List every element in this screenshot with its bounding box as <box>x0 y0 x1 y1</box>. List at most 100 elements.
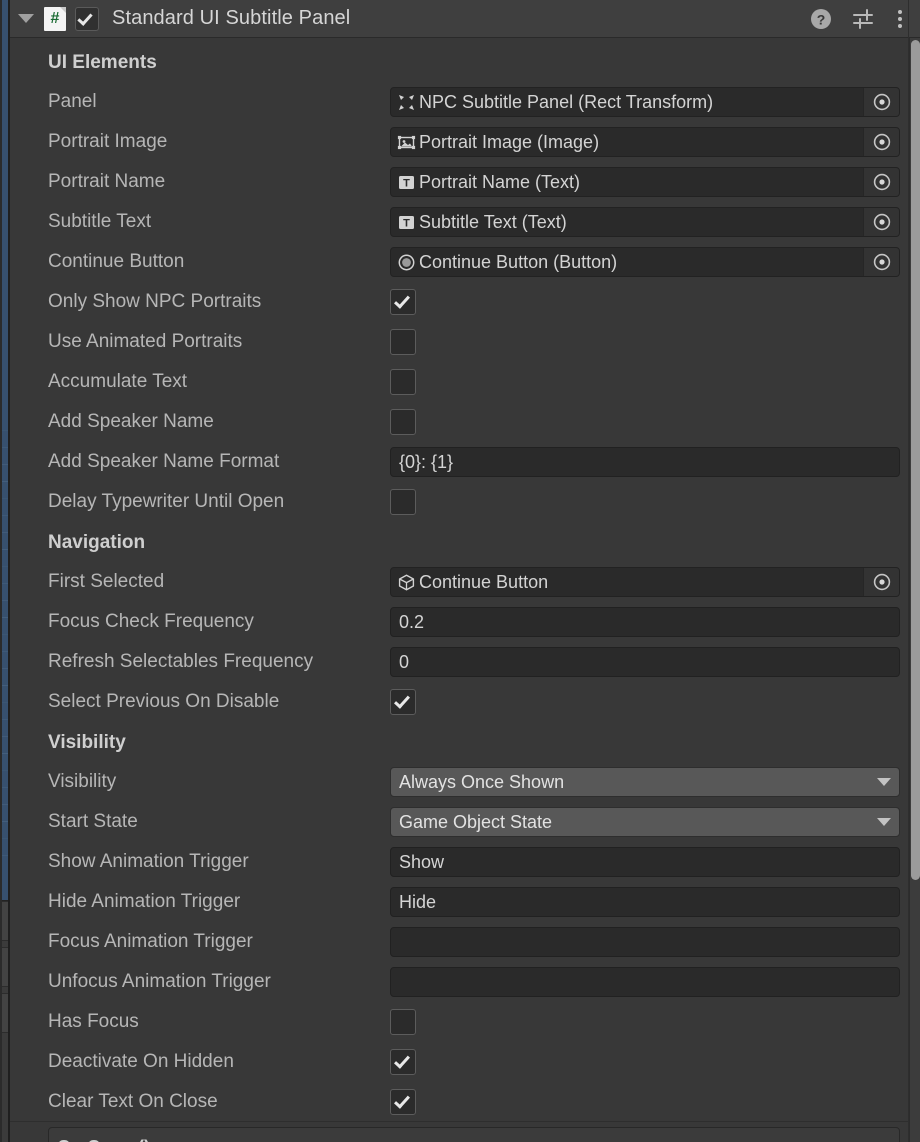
property-label: Unfocus Animation Trigger <box>48 971 271 992</box>
object-picker-icon[interactable] <box>863 568 899 596</box>
property-rows: UI Elements Panel NPC Subtitle Panel (Rect… <box>10 38 920 1122</box>
component-header[interactable]: # Standard UI Subtitle Panel ? <box>10 0 920 38</box>
property-label: Portrait Image <box>48 131 168 152</box>
toggle-checkbox[interactable] <box>390 1009 416 1035</box>
property-control: T Portrait Name (Text) <box>390 167 900 197</box>
property-row: Panel NPC Subtitle Panel (Rect Transform) <box>10 82 920 122</box>
text-input-field[interactable]: Hide <box>390 887 900 917</box>
property-control: Always Once Shown <box>390 767 900 797</box>
help-icon[interactable]: ? <box>810 8 832 30</box>
component-enabled-checkbox[interactable] <box>75 6 99 31</box>
property-label: Clear Text On Close <box>48 1091 218 1112</box>
property-row: Focus Check Frequency 0.2 <box>10 602 920 642</box>
kebab-menu-icon[interactable] <box>896 8 904 30</box>
property-control: Continue Button (Button) <box>390 247 900 277</box>
object-reference-name: Subtitle Text (Text) <box>419 211 567 232</box>
object-picker-icon[interactable] <box>863 88 899 116</box>
toggle-checkbox[interactable] <box>390 1089 416 1115</box>
property-control <box>390 289 900 315</box>
toggle-checkbox[interactable] <box>390 329 416 355</box>
triangle-down-icon[interactable] <box>18 14 34 23</box>
inspector-scrollbar[interactable] <box>909 38 920 1142</box>
property-label: Focus Animation Trigger <box>48 931 253 952</box>
property-control <box>390 689 900 715</box>
property-label: Subtitle Text <box>48 211 152 232</box>
property-label: Visibility <box>48 771 117 792</box>
object-picker-icon[interactable] <box>863 168 899 196</box>
enum-dropdown[interactable]: Game Object State <box>390 807 900 837</box>
text-input-field[interactable] <box>390 927 900 957</box>
object-reference-field[interactable]: Portrait Image (Image) <box>390 127 900 157</box>
adjacent-panel-strip <box>0 0 8 1142</box>
on-open-event-title: On Open () <box>49 1128 899 1142</box>
property-row: Start State Game Object State <box>10 802 920 842</box>
property-label: Has Focus <box>48 1011 139 1032</box>
property-label: Refresh Selectables Frequency <box>48 651 314 672</box>
preset-settings-icon[interactable] <box>852 8 876 30</box>
toggle-checkbox[interactable] <box>390 1049 416 1075</box>
property-control: 0.2 <box>390 607 900 637</box>
on-open-event-block[interactable]: On Open () <box>48 1127 900 1142</box>
scrollbar-thumb[interactable] <box>911 40 920 880</box>
object-picker-icon[interactable] <box>863 128 899 156</box>
property-row: Visibility Always Once Shown <box>10 762 920 802</box>
toggle-checkbox[interactable] <box>390 289 416 315</box>
enum-dropdown[interactable]: Always Once Shown <box>390 767 900 797</box>
property-label: Continue Button <box>48 251 185 272</box>
section-header-navigation: Navigation <box>10 522 920 562</box>
property-label: Only Show NPC Portraits <box>48 291 262 312</box>
text-input-field[interactable]: {0}: {1} <box>390 447 900 477</box>
property-row: Delay Typewriter Until Open <box>10 482 920 522</box>
text-input-field[interactable]: Show <box>390 847 900 877</box>
object-picker-icon[interactable] <box>863 208 899 236</box>
section-header-label: UI Elements <box>48 51 157 73</box>
property-row: Show Animation Trigger Show <box>10 842 920 882</box>
text-input-field[interactable]: 0.2 <box>390 607 900 637</box>
property-label: Deactivate On Hidden <box>48 1051 234 1072</box>
property-control <box>390 1049 900 1075</box>
property-label: Start State <box>48 811 138 832</box>
property-row: Clear Text On Close <box>10 1082 920 1122</box>
svg-text:T: T <box>403 177 410 189</box>
checkmark-icon <box>394 1092 410 1109</box>
object-picker-icon[interactable] <box>863 248 899 276</box>
toggle-checkbox[interactable] <box>390 409 416 435</box>
toggle-checkbox[interactable] <box>390 489 416 515</box>
button-icon <box>397 253 416 272</box>
property-control <box>390 489 900 515</box>
object-reference-field[interactable]: T Subtitle Text (Text) <box>390 207 900 237</box>
property-row: Add Speaker Name <box>10 402 920 442</box>
gameobject-cube-icon <box>397 573 416 592</box>
property-row: Portrait Image Portrait Image (Image) <box>10 122 920 162</box>
property-control: Continue Button <box>390 567 900 597</box>
object-reference-name: Portrait Image (Image) <box>419 131 600 152</box>
toggle-checkbox[interactable] <box>390 689 416 715</box>
property-row: Portrait Name T Portrait Name (Text) <box>10 162 920 202</box>
property-label: Focus Check Frequency <box>48 611 254 632</box>
object-reference-field[interactable]: NPC Subtitle Panel (Rect Transform) <box>390 87 900 117</box>
section-header-ui-elements: UI Elements <box>10 42 920 82</box>
text-input-field[interactable] <box>390 967 900 997</box>
property-control: NPC Subtitle Panel (Rect Transform) <box>390 87 900 117</box>
component-title: Standard UI Subtitle Panel <box>112 7 351 29</box>
section-header-label: Visibility <box>48 731 126 753</box>
text-icon: T <box>397 213 416 232</box>
property-row: Unfocus Animation Trigger <box>10 962 920 1002</box>
object-reference-field[interactable]: Continue Button <box>390 567 900 597</box>
object-reference-name: Portrait Name (Text) <box>419 171 581 192</box>
property-control <box>390 329 900 355</box>
property-row: Has Focus <box>10 1002 920 1042</box>
object-reference-name: Continue Button (Button) <box>419 251 618 272</box>
property-control <box>390 967 900 997</box>
panel-divider <box>8 0 10 1142</box>
property-row: Add Speaker Name Format {0}: {1} <box>10 442 920 482</box>
section-separator <box>10 1121 920 1122</box>
property-control: {0}: {1} <box>390 447 900 477</box>
property-control <box>390 1009 900 1035</box>
property-row: Select Previous On Disable <box>10 682 920 722</box>
text-input-field[interactable]: 0 <box>390 647 900 677</box>
toggle-checkbox[interactable] <box>390 369 416 395</box>
object-reference-field[interactable]: Continue Button (Button) <box>390 247 900 277</box>
object-reference-field[interactable]: T Portrait Name (Text) <box>390 167 900 197</box>
property-row: Continue Button Continue Button (Button) <box>10 242 920 282</box>
